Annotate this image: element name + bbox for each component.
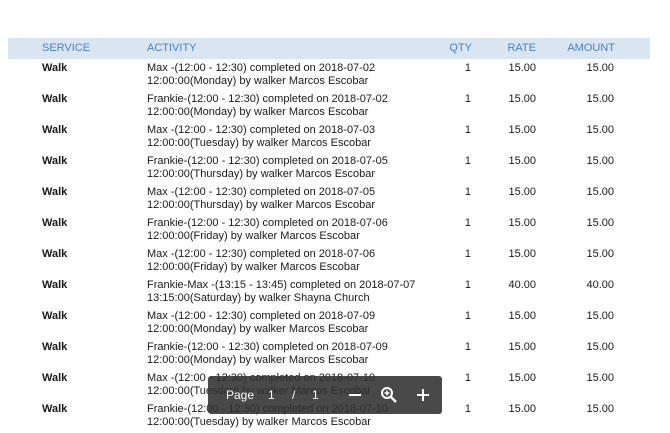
rate-cell: 15.00 (508, 155, 536, 167)
activity-cell: Max -(12:00 - 12:30) completed on 2018-0… (147, 310, 376, 335)
total-pages: 1 (312, 388, 319, 402)
header-qty: QTY (449, 42, 472, 54)
rate-cell: 15.00 (508, 62, 536, 74)
qty-cell: 1 (464, 310, 471, 322)
table-row: Walk Frankie-(12:00 - 12:30) completed on… (0, 340, 670, 371)
service-cell: Walk (42, 93, 68, 105)
rate-cell: 40.00 (508, 279, 536, 291)
qty-cell: 1 (464, 186, 471, 198)
zoom-in-button[interactable] (412, 384, 434, 406)
rate-cell: 15.00 (508, 341, 536, 353)
rate-cell: 15.00 (508, 217, 536, 229)
service-cell: Walk (42, 248, 68, 260)
header-amount: AMOUNT (567, 42, 615, 54)
rate-cell: 15.00 (508, 186, 536, 198)
amount-cell: 15.00 (586, 372, 614, 384)
amount-cell: 15.00 (586, 341, 614, 353)
service-cell: Walk (42, 124, 68, 136)
amount-cell: 15.00 (586, 155, 614, 167)
service-cell: Walk (42, 62, 68, 74)
table-row: Walk Max -(12:00 - 12:30) completed on 20… (0, 61, 670, 92)
amount-cell: 15.00 (586, 403, 614, 415)
service-cell: Walk (42, 279, 68, 291)
table-row: Walk Max -(12:00 - 12:30) completed on 20… (0, 185, 670, 216)
table-row: Walk Max -(12:00 - 12:30) completed on 20… (0, 247, 670, 278)
qty-cell: 1 (464, 93, 471, 105)
zoom-button[interactable] (378, 384, 400, 406)
activity-cell: Frankie-(12:00 - 12:30) completed on 201… (147, 341, 388, 366)
table-row: Walk Frankie-(12:00 - 12:30) completed on… (0, 216, 670, 247)
table-header: SERVICE ACTIVITY QTY RATE AMOUNT (8, 38, 650, 59)
activity-cell: Frankie-(12:00 - 12:30) completed on 201… (147, 155, 388, 180)
amount-cell: 40.00 (586, 279, 614, 291)
amount-cell: 15.00 (586, 124, 614, 136)
activity-cell: Max -(12:00 - 12:30) completed on 2018-0… (147, 248, 376, 273)
service-cell: Walk (42, 186, 68, 198)
activity-cell: Max -(12:00 - 12:30) completed on 2018-0… (147, 124, 376, 149)
current-page-number[interactable]: 1 (268, 388, 275, 402)
header-rate: RATE (507, 42, 536, 54)
activity-cell: Frankie-Max -(13:15 - 13:45) completed o… (147, 279, 416, 304)
amount-cell: 15.00 (586, 186, 614, 198)
magnifier-icon (381, 387, 397, 403)
rate-cell: 15.00 (508, 248, 536, 260)
rate-cell: 15.00 (508, 372, 536, 384)
qty-cell: 1 (464, 341, 471, 353)
activity-cell: Frankie-(12:00 - 12:30) completed on 201… (147, 93, 388, 118)
amount-cell: 15.00 (586, 310, 614, 322)
table-row: Walk Frankie-(12:00 - 12:30) completed on… (0, 92, 670, 123)
amount-cell: 15.00 (586, 217, 614, 229)
header-service: SERVICE (42, 42, 91, 54)
amount-cell: 15.00 (586, 248, 614, 260)
service-cell: Walk (42, 403, 68, 415)
page-label: Page (226, 388, 255, 402)
table-row: Walk Max -(12:00 - 12:30) completed on 20… (0, 309, 670, 340)
plus-icon (417, 389, 429, 401)
qty-cell: 1 (464, 279, 471, 291)
table-row: Walk Frankie-Max -(13:15 - 13:45) complet… (0, 278, 670, 309)
page-separator: / (292, 388, 296, 402)
activity-cell: Frankie-(12:00 - 12:30) completed on 201… (147, 217, 388, 242)
qty-cell: 1 (464, 155, 471, 167)
service-cell: Walk (42, 217, 68, 229)
qty-cell: 1 (464, 248, 471, 260)
pdf-page-toolbar: Page 1 / 1 (208, 376, 442, 414)
amount-cell: 15.00 (586, 93, 614, 105)
activity-cell: Max -(12:00 - 12:30) completed on 2018-0… (147, 62, 376, 87)
service-cell: Walk (42, 310, 68, 322)
activity-cell: Max -(12:00 - 12:30) completed on 2018-0… (147, 186, 376, 211)
qty-cell: 1 (464, 217, 471, 229)
qty-cell: 1 (464, 403, 471, 415)
qty-cell: 1 (464, 62, 471, 74)
service-cell: Walk (42, 372, 68, 384)
zoom-out-button[interactable] (344, 384, 366, 406)
rate-cell: 15.00 (508, 93, 536, 105)
qty-cell: 1 (464, 124, 471, 136)
rate-cell: 15.00 (508, 310, 536, 322)
qty-cell: 1 (464, 372, 471, 384)
rate-cell: 15.00 (508, 403, 536, 415)
header-activity: ACTIVITY (147, 42, 197, 54)
service-cell: Walk (42, 341, 68, 353)
table-row: Walk Max -(12:00 - 12:30) completed on 20… (0, 123, 670, 154)
rate-cell: 15.00 (508, 124, 536, 136)
amount-cell: 15.00 (586, 62, 614, 74)
minus-icon (349, 394, 361, 396)
table-row: Walk Frankie-(12:00 - 12:30) completed on… (0, 154, 670, 185)
service-cell: Walk (42, 155, 68, 167)
